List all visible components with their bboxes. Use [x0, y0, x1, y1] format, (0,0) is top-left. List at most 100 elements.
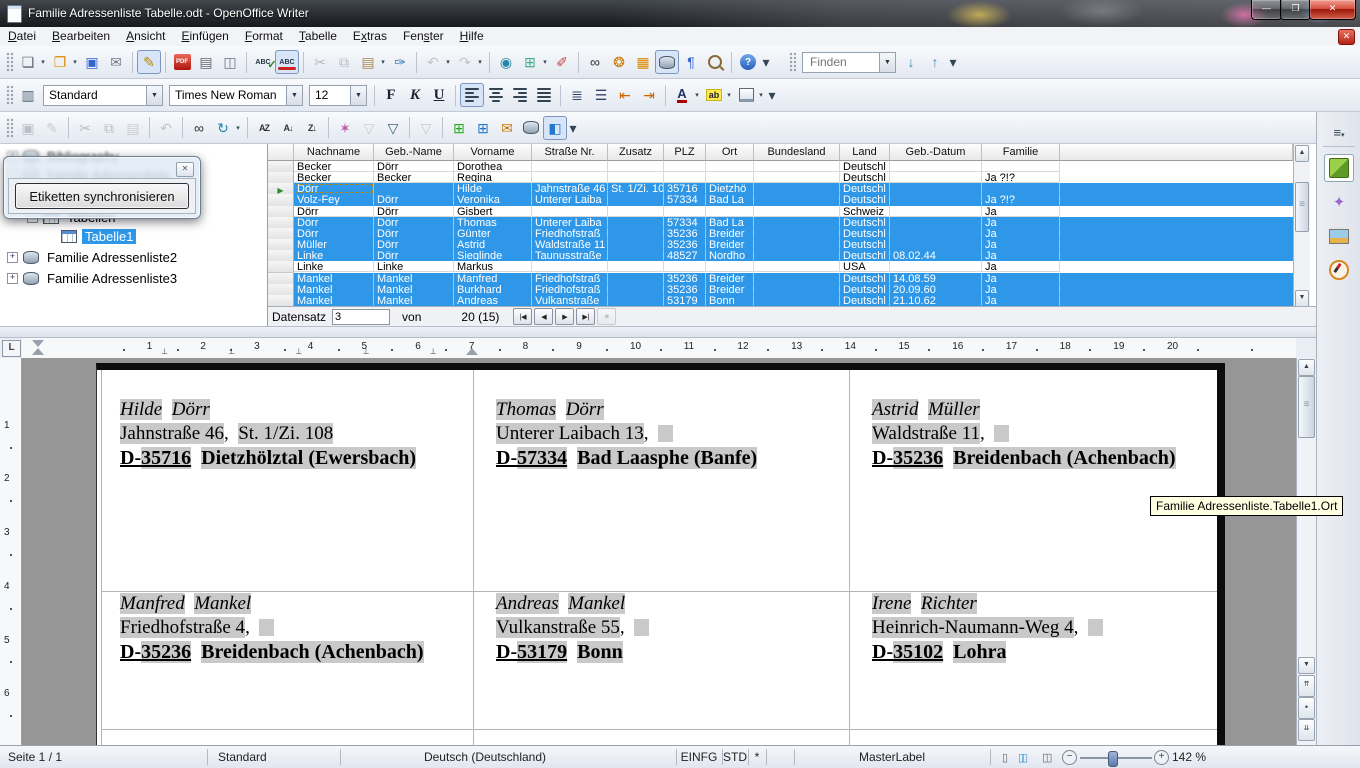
undo-dropdown-icon[interactable]: ▾: [444, 58, 452, 66]
mail-merge-icon[interactable]: ✉: [495, 116, 519, 140]
grid-cell[interactable]: Manfred: [454, 273, 532, 284]
street-field[interactable]: Friedhofstraße 4: [120, 617, 245, 638]
grid-cell[interactable]: Deutschl: [840, 183, 890, 194]
column-header-plz[interactable]: PLZ: [664, 144, 706, 161]
find-input[interactable]: ▼: [802, 52, 896, 73]
menu-hilfe[interactable]: Hilfe: [452, 27, 492, 43]
export-pdf-icon[interactable]: PDF: [170, 50, 194, 74]
next-record-button[interactable]: ▶: [555, 308, 574, 325]
refresh-dropdown-icon[interactable]: ▾: [234, 124, 242, 132]
grid-cell[interactable]: [754, 261, 840, 272]
plz-field[interactable]: 53179: [517, 641, 567, 663]
standard-filter-icon[interactable]: ▽: [381, 116, 405, 140]
grid-cell[interactable]: [890, 261, 982, 272]
paragraph-style-combo[interactable]: Standard ▼: [43, 85, 163, 106]
street-field[interactable]: Jahnstraße 46: [120, 423, 224, 444]
menu-extras[interactable]: Extras: [345, 27, 395, 43]
column-header-geb-name[interactable]: Geb.-Name: [374, 144, 454, 161]
plz-field[interactable]: 57334: [517, 447, 567, 469]
hyperlink-icon[interactable]: ◉: [494, 50, 518, 74]
find-up-icon[interactable]: ↑: [923, 50, 947, 74]
menu-einfügen[interactable]: Einfügen: [173, 27, 236, 43]
grid-cell[interactable]: Andreas: [454, 295, 532, 306]
grid-cell[interactable]: Unterer Laiba: [532, 194, 608, 205]
scroll-up-icon[interactable]: ▲: [1298, 359, 1315, 376]
grid-cell[interactable]: [706, 206, 754, 217]
grid-cell[interactable]: Breider: [706, 273, 754, 284]
toolbar-overflow-icon[interactable]: ▾: [567, 116, 579, 140]
grid-cell[interactable]: Jahnstraße 46: [532, 183, 608, 194]
right-indent-marker[interactable]: [466, 348, 478, 355]
menu-tabelle[interactable]: Tabelle: [291, 27, 345, 43]
previous-record-button[interactable]: ◀: [534, 308, 553, 325]
grid-cell[interactable]: [532, 206, 608, 217]
grid-cell[interactable]: [608, 295, 664, 306]
grid-cell[interactable]: Unterer Laiba: [532, 217, 608, 228]
address-extra-field[interactable]: [259, 619, 274, 636]
grid-cell[interactable]: 35236: [664, 284, 706, 295]
background-color-dropdown-icon[interactable]: ▾: [757, 91, 765, 99]
grid-cell[interactable]: [754, 183, 840, 194]
grid-cell[interactable]: 57334: [664, 217, 706, 228]
grid-cell[interactable]: Veronika: [454, 194, 532, 205]
grid-cell[interactable]: Dietzhö: [706, 183, 754, 194]
grid-cell[interactable]: [608, 228, 664, 239]
next-page-button[interactable]: ⇊: [1298, 719, 1315, 741]
lastname-field[interactable]: Müller: [928, 399, 980, 420]
italic-icon[interactable]: K: [403, 83, 427, 107]
sort-descending-icon[interactable]: Z↓: [300, 116, 324, 140]
horizontal-ruler[interactable]: 1234567891011121314151617181920⊥⊥⊥⊥⊥: [22, 338, 1296, 359]
maximize-button[interactable]: ❐: [1280, 0, 1311, 20]
address-label[interactable]: Andreas MankelVulkanstraße 55, D-53179 B…: [496, 593, 848, 667]
format-paintbrush-icon[interactable]: ✑: [388, 50, 412, 74]
grid-cell[interactable]: [608, 217, 664, 228]
grid-cell[interactable]: Linke: [374, 261, 454, 272]
selection-mode[interactable]: STD: [722, 750, 748, 764]
grid-cell[interactable]: Schweiz: [840, 206, 890, 217]
close-document-icon[interactable]: ✕: [1338, 29, 1355, 45]
grid-cell[interactable]: Dörr: [374, 239, 454, 250]
grid-cell[interactable]: [982, 161, 1060, 172]
grid-cell[interactable]: 14.08.59: [890, 273, 982, 284]
grid-cell[interactable]: Breider: [706, 239, 754, 250]
grid-cell[interactable]: Becker: [294, 161, 374, 172]
zoom-level[interactable]: 142 %: [1172, 750, 1206, 764]
grid-cell[interactable]: 21.10.62: [890, 295, 982, 306]
grid-cell[interactable]: 35236: [664, 228, 706, 239]
minimize-button[interactable]: —: [1251, 0, 1282, 20]
bold-icon[interactable]: F: [379, 83, 403, 107]
grid-cell[interactable]: Becker: [294, 172, 374, 183]
grid-cell[interactable]: Sieglinde: [454, 250, 532, 261]
grid-cell[interactable]: [754, 284, 840, 295]
grid-cell[interactable]: [608, 194, 664, 205]
grid-cell[interactable]: Ja ?!?: [982, 172, 1060, 183]
grid-cell[interactable]: [608, 161, 664, 172]
grid-cell[interactable]: Deutschl: [840, 194, 890, 205]
grid-cell[interactable]: [890, 239, 982, 250]
address-extra-field[interactable]: [658, 425, 673, 442]
grid-cell[interactable]: Ja: [982, 250, 1060, 261]
grid-cell[interactable]: Mankel: [294, 284, 374, 295]
plz-field[interactable]: 35102: [893, 641, 943, 663]
left-indent-marker[interactable]: [32, 348, 44, 355]
current-document-data-source-icon[interactable]: [519, 116, 543, 140]
column-header-ort[interactable]: Ort: [706, 144, 754, 161]
edit-file-icon[interactable]: ✎: [137, 50, 161, 74]
font-color-icon[interactable]: A: [670, 83, 694, 107]
grid-cell[interactable]: Regina: [454, 172, 532, 183]
grid-cell[interactable]: 48527: [664, 250, 706, 261]
paste-dropdown-icon[interactable]: ▾: [379, 58, 387, 66]
grid-cell[interactable]: [608, 250, 664, 261]
grid-cell[interactable]: Ja: [982, 284, 1060, 295]
zoom-icon[interactable]: [703, 50, 727, 74]
grid-cell[interactable]: [608, 261, 664, 272]
grid-cell[interactable]: [890, 206, 982, 217]
grid-cell[interactable]: St. 1/Zi. 10: [608, 183, 664, 194]
grid-cell[interactable]: [890, 161, 982, 172]
bullet-list-icon[interactable]: ☰: [589, 83, 613, 107]
grid-cell[interactable]: Deutschl: [840, 228, 890, 239]
chevron-down-icon[interactable]: ▼: [146, 86, 162, 105]
grid-cell[interactable]: Dörr: [374, 194, 454, 205]
grid-cell[interactable]: [608, 239, 664, 250]
grid-cell[interactable]: [754, 217, 840, 228]
